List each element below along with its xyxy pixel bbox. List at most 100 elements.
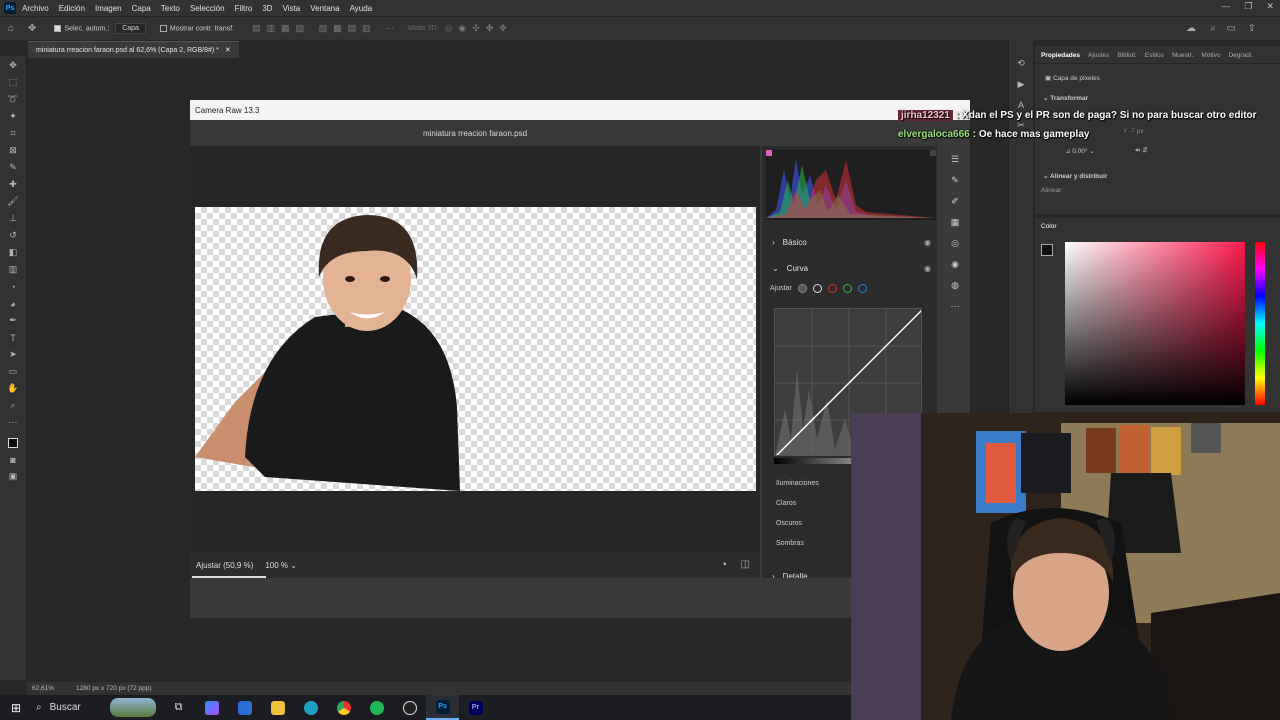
zoom-fit-button[interactable]: Ajustar (50,9 %) xyxy=(196,561,253,570)
red-channel-button[interactable] xyxy=(827,284,837,293)
align-icons[interactable]: ▤▥▦▧ ▨▩▤▥ ⋯ xyxy=(252,23,400,34)
stamp-icon[interactable]: ⊥ xyxy=(6,213,20,224)
menu-seleccion[interactable]: Selección xyxy=(190,4,225,13)
brush-tool-icon[interactable]: ✎ xyxy=(951,175,959,186)
menu-capa[interactable]: Capa xyxy=(132,4,151,13)
zoom-level[interactable]: 62,61% xyxy=(32,685,54,692)
transform-controls-checkbox[interactable]: Mostrar contr. transf. xyxy=(159,24,234,32)
gradient-icon[interactable]: ▥ xyxy=(6,264,20,275)
curve-visibility-icon[interactable]: ◉ xyxy=(924,264,931,273)
search-icon[interactable]: ⌕ xyxy=(1210,23,1216,34)
more-tools-icon[interactable]: ⋯ xyxy=(6,417,20,428)
tab-bibliotecas[interactable]: Bibliot. xyxy=(1117,52,1137,63)
frame-icon[interactable]: ⊠ xyxy=(6,145,20,156)
more-options-icon[interactable]: ⋯ xyxy=(951,301,960,312)
hue-slider[interactable] xyxy=(1255,242,1265,405)
cloud-icon[interactable]: ☁ xyxy=(1186,23,1196,34)
workspace-icon[interactable]: ▭ xyxy=(1227,23,1236,34)
minimize-icon[interactable]: — xyxy=(1221,1,1230,12)
home-icon[interactable]: ⌂ xyxy=(8,23,14,34)
magic-wand-icon[interactable]: ✦ xyxy=(6,111,20,122)
marquee-icon[interactable]: ⬚ xyxy=(6,77,20,88)
align-distribute-header[interactable]: ⌄ Alinear y distribuir xyxy=(1043,172,1107,180)
screen-mode-icon[interactable]: ▣ xyxy=(6,471,20,482)
transform-header[interactable]: ⌄ Transformar xyxy=(1043,94,1088,102)
move-tool-icon[interactable]: ✥ xyxy=(28,23,36,34)
flip-icons[interactable]: ⇹ ⇵ xyxy=(1135,146,1148,154)
foreground-color[interactable] xyxy=(1041,244,1053,256)
tab-muestras[interactable]: Muestr. xyxy=(1172,52,1193,63)
menu-imagen[interactable]: Imagen xyxy=(95,4,122,13)
menu-texto[interactable]: Texto xyxy=(161,4,180,13)
pen-icon[interactable]: ✒ xyxy=(6,315,20,326)
premiere-taskbar-icon[interactable]: Pr xyxy=(459,695,492,720)
blue-channel-button[interactable] xyxy=(857,284,867,293)
lasso-icon[interactable]: ➰ xyxy=(6,94,20,105)
foreground-color-swatch[interactable] xyxy=(8,438,18,448)
quick-mask-icon[interactable]: ◙ xyxy=(6,454,20,465)
maximize-icon[interactable]: ❐ xyxy=(1244,1,1252,12)
store-icon[interactable] xyxy=(228,695,261,720)
spotify-icon[interactable] xyxy=(360,695,393,720)
auto-select-dropdown[interactable]: Capa xyxy=(115,23,146,34)
windows-start-icon[interactable]: ⊞ xyxy=(0,701,32,715)
copilot-icon[interactable] xyxy=(195,695,228,720)
dodge-icon[interactable]: ◕ xyxy=(6,298,20,309)
green-channel-button[interactable] xyxy=(842,284,852,293)
play-actions-icon[interactable]: ▶ xyxy=(1018,79,1025,90)
document-tab[interactable]: miniatura rreacion faraon.psd al 62,6% (… xyxy=(28,41,239,58)
share-icon[interactable]: ⇪ xyxy=(1248,23,1256,34)
healing-icon[interactable]: ✚ xyxy=(6,179,20,190)
obs-icon[interactable] xyxy=(393,695,426,720)
menu-filtro[interactable]: Filtro xyxy=(235,4,253,13)
radial-tool-icon[interactable]: ◎ xyxy=(951,238,959,249)
taskbar-search[interactable]: ⌕ Buscar xyxy=(32,695,162,720)
close-icon[interactable]: ✕ xyxy=(1266,1,1274,12)
menu-ayuda[interactable]: Ayuda xyxy=(350,4,373,13)
basic-visibility-icon[interactable]: ◉ xyxy=(924,238,931,247)
color-picker-field[interactable] xyxy=(1065,242,1245,405)
presets-icon[interactable]: ◍ xyxy=(951,280,959,291)
menu-3d[interactable]: 3D xyxy=(262,4,272,13)
path-select-icon[interactable]: ➤ xyxy=(6,349,20,360)
tab-ajustes[interactable]: Ajustes xyxy=(1088,52,1109,63)
tab-degradados[interactable]: Degradi. xyxy=(1228,52,1253,63)
curve-section-header[interactable]: ⌄ Curva xyxy=(772,264,808,273)
parametric-curve-button[interactable] xyxy=(797,284,807,293)
menu-ventana[interactable]: Ventana xyxy=(310,4,339,13)
tab-propiedades[interactable]: Propiedades xyxy=(1041,52,1080,63)
redeye-icon[interactable]: ◉ xyxy=(951,259,959,270)
tab-close-icon[interactable]: ✕ xyxy=(225,46,231,54)
menu-edicion[interactable]: Edición xyxy=(59,4,85,13)
auto-select-checkbox[interactable]: Selec. autom.: xyxy=(54,24,109,32)
menu-vista[interactable]: Vista xyxy=(283,4,301,13)
crop-icon[interactable]: ⌗ xyxy=(6,128,20,139)
white-channel-button[interactable] xyxy=(812,284,822,293)
rectangle-icon[interactable]: ▭ xyxy=(6,366,20,377)
history-icon[interactable]: ⟲ xyxy=(1017,58,1025,69)
image-preview[interactable] xyxy=(190,146,760,552)
photoshop-taskbar-icon[interactable]: Ps xyxy=(426,695,459,720)
zoom-100-dropdown[interactable]: 100 % ⌄ xyxy=(265,561,297,570)
hand-icon[interactable]: ✋ xyxy=(6,383,20,394)
brush-icon[interactable]: 🖌︎ xyxy=(6,196,20,207)
gradient-tool-icon[interactable]: ▦ xyxy=(951,217,960,228)
eyedropper-icon[interactable]: ✎ xyxy=(6,162,20,173)
healing-tool-icon[interactable]: ✐ xyxy=(951,196,959,207)
file-explorer-icon[interactable] xyxy=(261,695,294,720)
zoom-icon[interactable]: ⌕ xyxy=(6,400,20,411)
eraser-icon[interactable]: ◧ xyxy=(6,247,20,258)
tab-estilos[interactable]: Estilos xyxy=(1145,52,1164,63)
blur-icon[interactable]: ◔ xyxy=(6,281,20,292)
3d-icons[interactable]: ◎◉✣✤✥ xyxy=(445,23,513,34)
edit-sliders-icon[interactable]: ☰ xyxy=(951,154,959,165)
tab-motivo[interactable]: Motivo xyxy=(1201,52,1220,63)
compare-view-icon[interactable]: ◫ xyxy=(741,559,750,570)
move-icon[interactable]: ✥ xyxy=(6,60,20,71)
history-brush-icon[interactable]: ↺ xyxy=(6,230,20,241)
edge-icon[interactable] xyxy=(294,695,327,720)
angle-field[interactable]: ⊿ 0,00° ⌄ xyxy=(1065,147,1095,155)
basic-section-header[interactable]: › Básico xyxy=(772,238,807,247)
chrome-icon[interactable] xyxy=(327,695,360,720)
task-view-icon[interactable]: ⧉ xyxy=(162,695,195,720)
